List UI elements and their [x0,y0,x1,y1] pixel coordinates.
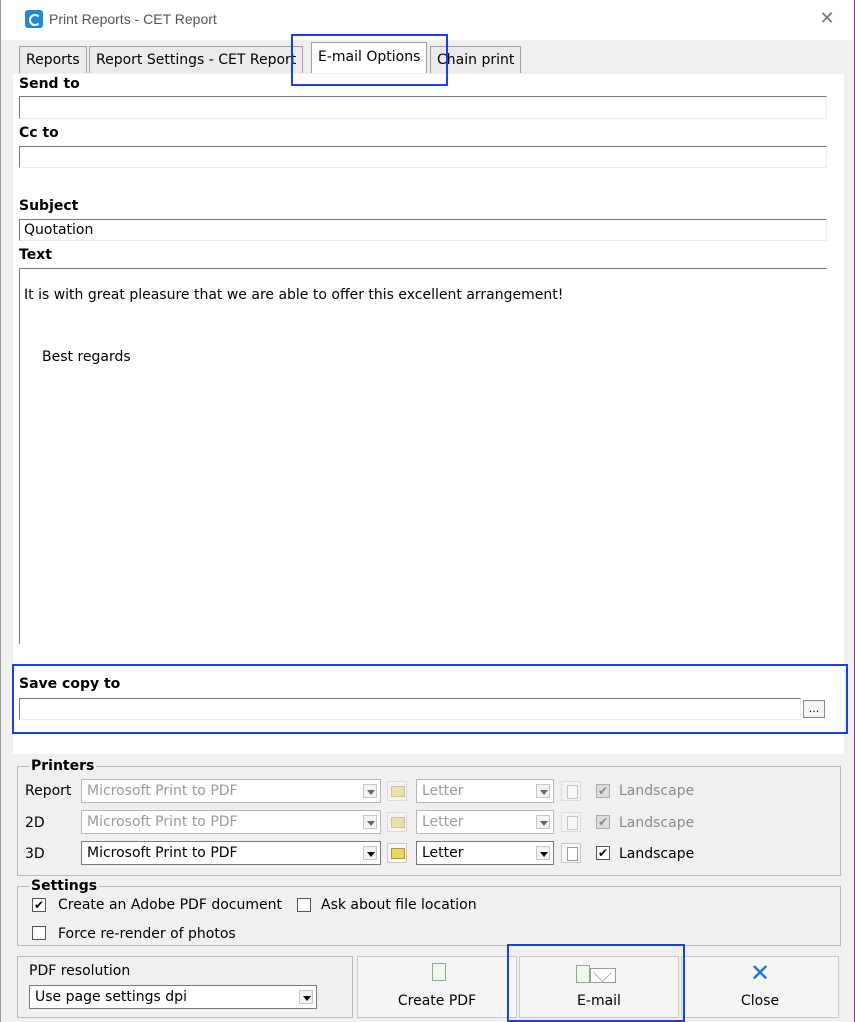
pdf-resolution-select[interactable]: Use page settings dpi [29,985,317,1009]
3d-paper-select[interactable]: Letter [416,841,554,865]
force-render-checkbox[interactable] [32,926,46,940]
chevron-down-icon [536,815,550,829]
3d-printer-value: Microsoft Print to PDF [87,845,238,861]
report-landscape-label: Landscape [619,783,695,799]
close-x-icon: ✕ [749,959,771,987]
save-copy-label: Save copy to [19,676,121,692]
cc-to-input[interactable] [19,146,827,168]
printer-row-3d-label: 3D [25,846,45,862]
printers-title: Printers [29,758,97,774]
save-copy-input[interactable] [19,698,801,720]
create-pdf-checkbox[interactable]: ✔ [32,898,46,912]
chevron-down-icon [363,846,377,860]
report-printer-select[interactable]: Microsoft Print to PDF [81,779,381,803]
email-button-label: E-mail [577,993,621,1009]
report-landscape-checkbox[interactable]: ✔ [596,784,610,798]
send-to-label: Send to [19,76,80,92]
create-pdf-button[interactable]: Create PDF [357,956,517,1018]
tab-report-settings[interactable]: Report Settings - CET Report [89,46,304,73]
ask-location-checkbox[interactable] [297,898,311,912]
chevron-down-icon [363,815,377,829]
report-printer-value: Microsoft Print to PDF [87,783,238,799]
report-paper-value: Letter [422,783,464,799]
pdf-document-icon [432,963,446,981]
close-button[interactable]: ✕ Close [681,956,839,1018]
send-to-input[interactable] [19,96,827,119]
2d-paper-select[interactable]: Letter [416,810,554,834]
3d-landscape-checkbox[interactable]: ✔ [596,846,610,860]
settings-title: Settings [29,878,100,894]
message-line-1: It is with great pleasure that we are ab… [24,287,564,303]
text-label: Text [19,247,52,263]
close-button-label: Close [740,993,780,1009]
2d-printer-value: Microsoft Print to PDF [87,814,238,830]
2d-page-setup-icon[interactable] [561,812,581,832]
report-printer-folder-icon[interactable] [387,781,407,801]
chevron-down-icon [299,990,313,1004]
2d-printer-select[interactable]: Microsoft Print to PDF [81,810,381,834]
3d-page-setup-icon[interactable] [561,843,581,863]
ask-location-label: Ask about file location [321,897,477,913]
2d-paper-value: Letter [422,814,464,830]
print-reports-window: Print Reports - CET Report ✕ Reports Rep… [0,0,855,1022]
pdf-resolution-value: Use page settings dpi [35,989,187,1005]
title-bar: Print Reports - CET Report ✕ [1,0,854,40]
force-render-label: Force re-render of photos [58,926,236,942]
close-window-icon[interactable]: ✕ [817,8,837,30]
report-page-setup-icon[interactable] [561,781,581,801]
3d-paper-value: Letter [422,845,464,861]
message-textarea[interactable]: It is with great pleasure that we are ab… [19,268,827,644]
3d-landscape-label: Landscape [619,846,695,862]
app-logo-icon [25,10,43,28]
printer-row-report-label: Report [25,783,72,799]
browse-button[interactable]: ... [803,700,825,718]
message-line-2: Best regards [42,349,131,365]
window-title: Print Reports - CET Report [49,11,217,27]
create-pdf-label: Create an Adobe PDF document [58,897,282,913]
chevron-down-icon [536,846,550,860]
3d-printer-folder-icon[interactable] [387,843,407,863]
printer-row-2d-label: 2D [25,815,45,831]
tab-email-options[interactable]: E-mail Options [311,42,428,73]
report-paper-select[interactable]: Letter [416,779,554,803]
email-button[interactable]: E-mail [519,956,679,1018]
2d-landscape-checkbox[interactable]: ✔ [596,815,610,829]
subject-input[interactable]: Quotation [19,219,827,241]
create-pdf-button-label: Create PDF [397,993,477,1009]
subject-label: Subject [19,198,79,214]
chevron-down-icon [363,784,377,798]
2d-printer-folder-icon[interactable] [387,812,407,832]
tab-reports[interactable]: Reports [19,46,87,73]
email-envelope-icon [576,965,618,983]
3d-printer-select[interactable]: Microsoft Print to PDF [81,841,381,865]
tab-chain-print[interactable]: Chain print [430,46,522,73]
chevron-down-icon [536,784,550,798]
pdf-resolution-title: PDF resolution [29,963,131,979]
2d-landscape-label: Landscape [619,815,695,831]
cc-to-label: Cc to [19,125,59,141]
